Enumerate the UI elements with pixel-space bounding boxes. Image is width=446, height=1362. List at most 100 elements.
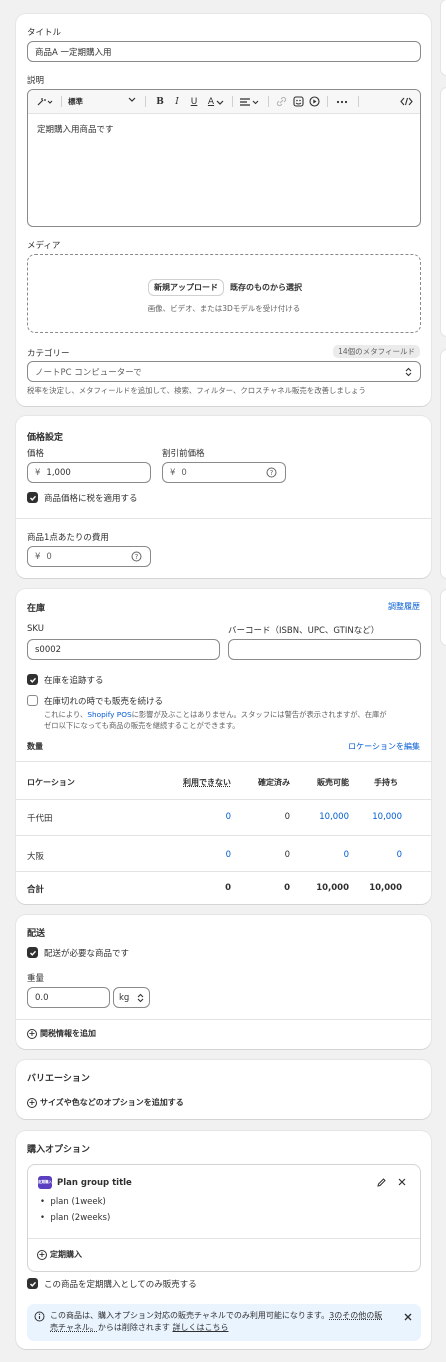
close-icon[interactable] [403, 1312, 413, 1325]
sku-input[interactable]: s0002 [27, 639, 220, 660]
continue-selling-help: これにより、Shopify POSに影響が及ぶことはありません。スタッフには警告… [44, 710, 387, 719]
subscription-only-checkbox[interactable] [27, 1278, 38, 1289]
sku-label: SKU [27, 624, 44, 634]
align-icon[interactable] [238, 94, 262, 109]
total-committed: 0 [284, 883, 290, 893]
help-icon[interactable]: ? [266, 467, 277, 481]
chevron-down-icon [128, 95, 136, 106]
add-customs-button[interactable]: + 関税情報を追加 [27, 1028, 96, 1039]
total-unavailable: 0 [225, 883, 231, 893]
tax-checkbox[interactable] [27, 492, 38, 503]
link-icon[interactable] [274, 94, 288, 109]
plus-circle-icon: + [27, 1097, 37, 1108]
upload-new-button[interactable]: 新規アップロード [149, 280, 223, 295]
edit-locations-link[interactable]: ロケーションを編集 [348, 741, 420, 752]
plus-circle-icon: + [27, 1028, 37, 1039]
pricing-heading: 価格設定 [27, 433, 64, 443]
learn-more-link[interactable]: 詳しくはこちら [172, 1323, 228, 1332]
row-on-hand[interactable]: 10,000 [372, 812, 402, 822]
side-card-stub [441, 0, 446, 75]
tax-label: 商品価格に税を適用する [44, 494, 138, 504]
side-card-stub [441, 350, 446, 578]
col-unavailable[interactable]: 利用できない [183, 777, 231, 788]
edit-icon[interactable] [376, 1177, 387, 1191]
image-icon[interactable] [291, 94, 305, 109]
title-label: タイトル [27, 28, 62, 38]
title-value: 商品A 一定期購入用 [35, 47, 112, 58]
barcode-label: バーコード（ISBN、UPC、GTINなど） [228, 626, 380, 636]
row-on-hand[interactable]: 0 [397, 850, 402, 860]
total-available: 10,000 [316, 883, 349, 893]
more-icon[interactable] [334, 94, 350, 109]
text-color-icon[interactable]: A [205, 94, 227, 109]
plan-group-title: Plan group title [57, 1178, 132, 1188]
track-inventory-checkbox[interactable] [27, 674, 38, 685]
cost-label: 商品1点あたりの費用 [27, 533, 109, 543]
close-icon[interactable] [397, 1177, 407, 1190]
weight-unit-select[interactable]: kg [113, 987, 150, 1008]
plan-list-item: • plan (2weeks) [40, 1213, 111, 1223]
continue-selling-help-2: ゼロ以下になっても商品の販売を継続することができます。 [44, 721, 240, 730]
physical-product-label: 配送が必要な商品です [44, 949, 130, 959]
select-arrows-icon [137, 993, 144, 1006]
code-icon[interactable] [398, 94, 414, 109]
description-text: 定期購入用商品です [37, 125, 114, 135]
editor-toolbar: 標準 B I U A [28, 90, 420, 114]
select-existing-button[interactable]: 既存のものから選択 [225, 280, 307, 295]
adjustment-history-link[interactable]: 調整履歴 [388, 601, 420, 612]
plan-list-item: • plan (1week) [40, 1197, 106, 1207]
physical-product-checkbox[interactable] [27, 947, 38, 958]
inventory-heading: 在庫 [27, 604, 46, 614]
weight-input[interactable]: 0.0 [27, 987, 110, 1008]
col-committed: 確定済み [258, 778, 290, 787]
cost-input[interactable]: ¥0 ? [27, 546, 151, 567]
media-hint: 画像、ビデオ、または3Dモデルを受け付ける [147, 304, 301, 313]
side-card-stub [441, 88, 446, 336]
product-details-card: タイトル 商品A 一定期購入用 説明 標準 B I U A 定期購入用商品です … [16, 14, 431, 406]
shopify-pos-link[interactable]: Shopify POS [87, 710, 131, 719]
compare-price-input[interactable]: ¥0 ? [162, 462, 286, 483]
category-value: ノートPC コンピューターで [35, 367, 142, 378]
add-subscription-button[interactable]: + 定期購入 [37, 1249, 82, 1260]
category-select[interactable]: ノートPC コンピューターで [27, 361, 421, 382]
underline-icon[interactable]: U [188, 94, 200, 109]
row-available[interactable]: 10,000 [319, 812, 349, 822]
description-editor[interactable]: 標準 B I U A 定期購入用商品です [27, 89, 421, 227]
purchase-options-heading: 購入オプション [27, 1145, 91, 1155]
subscription-only-label: この商品を定期購入としてのみ販売する [44, 1280, 197, 1290]
price-label: 価格 [27, 449, 45, 459]
media-dropzone[interactable]: 新規アップロード 既存のものから選択 画像、ビデオ、または3Dモデルを受け付ける [27, 254, 421, 333]
row-unavailable[interactable]: 0 [226, 812, 231, 822]
info-icon [34, 1311, 45, 1325]
video-icon[interactable] [307, 94, 321, 109]
svg-text:?: ? [135, 553, 139, 561]
help-icon[interactable]: ? [131, 551, 142, 565]
subscription-app-icon: 定期購入 [38, 1176, 52, 1189]
track-inventory-label: 在庫を追跡する [44, 676, 104, 686]
total-on-hand: 10,000 [369, 883, 402, 893]
compare-price-label: 割引前価格 [162, 449, 205, 459]
magic-icon[interactable] [34, 94, 56, 109]
info-banner: この商品は、購入オプション対応の販売チャネルでのみ利用可能になります。3のその他… [27, 1304, 421, 1341]
inventory-card: 在庫 調整履歴 SKU s0002 バーコード（ISBN、UPC、GTINなど）… [16, 589, 431, 904]
quantity-label: 数量 [27, 742, 43, 751]
price-input[interactable]: ¥1,000 [27, 462, 151, 483]
info-banner-text: この商品は、購入オプション対応の販売チャネルでのみ利用可能になります。3のその他… [50, 1311, 383, 1332]
shipping-card: 配送 配送が必要な商品です 重量 0.0 kg + 関税情報を追加 [16, 915, 431, 1049]
barcode-input[interactable] [228, 639, 421, 660]
variants-heading: バリエーション [27, 1074, 90, 1084]
format-select[interactable]: 標準 [68, 94, 138, 109]
side-card-stub [441, 590, 446, 645]
row-unavailable[interactable]: 0 [226, 850, 231, 860]
plus-circle-icon: + [37, 1249, 47, 1260]
add-options-button[interactable]: + サイズや色などのオプションを追加する [27, 1097, 184, 1108]
row-available[interactable]: 0 [344, 850, 349, 860]
italic-icon[interactable]: I [171, 94, 183, 109]
metafield-badge[interactable]: 14個のメタフィールド [333, 345, 420, 358]
continue-selling-checkbox[interactable] [27, 695, 38, 706]
shipping-heading: 配送 [27, 929, 46, 939]
category-label: カテゴリー [27, 349, 70, 359]
plan-group-box: 定期購入 Plan group title • plan (1week) • p… [27, 1164, 421, 1272]
title-input[interactable]: 商品A 一定期購入用 [27, 41, 421, 62]
bold-icon[interactable]: B [154, 94, 166, 109]
